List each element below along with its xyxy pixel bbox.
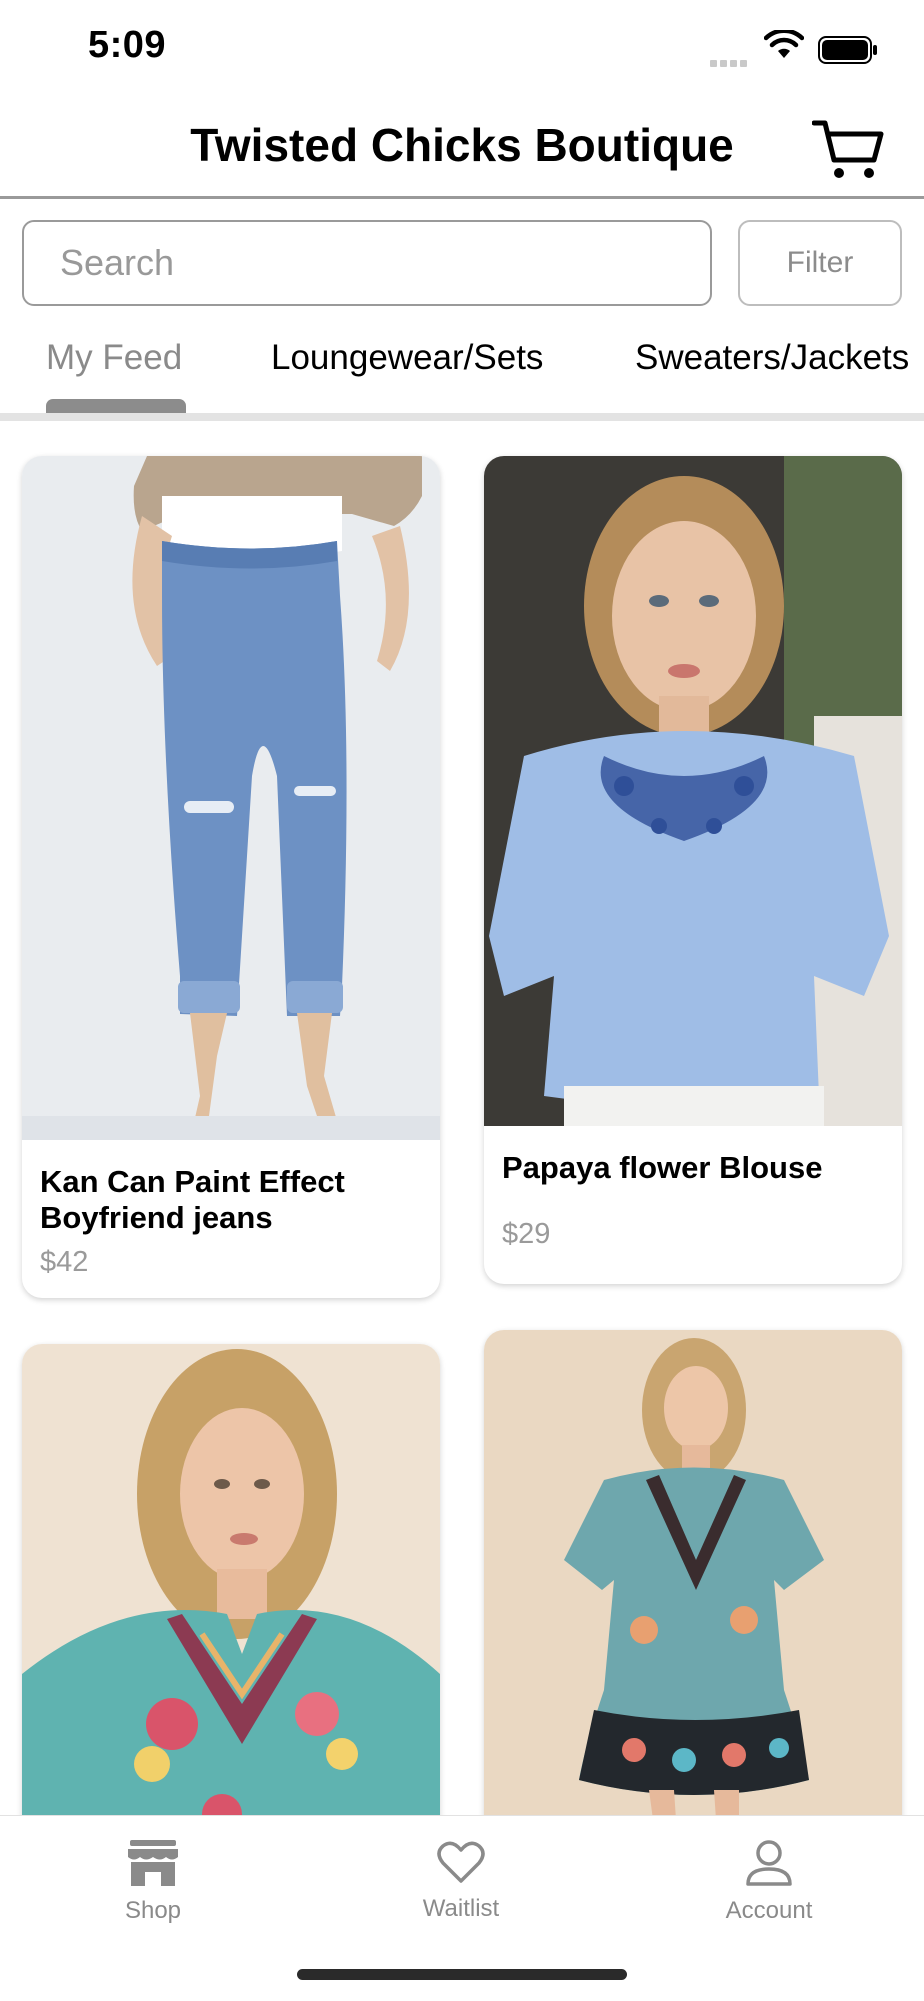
header: Twisted Chicks Boutique (0, 100, 924, 199)
tab-shop[interactable]: Shop (53, 1840, 253, 1925)
product-card[interactable] (484, 1330, 902, 1815)
product-card[interactable]: Kan Can Paint Effect Boyfriend jeans $42 (22, 456, 440, 1298)
battery-icon (818, 36, 877, 64)
product-image (22, 1344, 440, 1815)
product-image (22, 456, 440, 1140)
tab-label: Waitlist (422, 1895, 500, 1922)
cellular-signal-icon (710, 54, 750, 72)
filter-button[interactable]: Filter (738, 220, 902, 306)
tab-label: Account (725, 1897, 813, 1924)
product-price: $42 (40, 1246, 89, 1278)
product-image (484, 1330, 902, 1815)
product-card[interactable]: Papaya flower Blouse $29 (484, 456, 902, 1284)
product-card[interactable] (22, 1344, 440, 1815)
search-input[interactable]: Search (22, 220, 712, 306)
cart-icon[interactable] (812, 118, 884, 180)
category-tabs: My Feed Loungewear/Sets Sweaters/Jackets (0, 326, 924, 421)
page-title: Twisted Chicks Boutique (190, 119, 734, 171)
person-icon (746, 1840, 792, 1886)
product-grid: Kan Can Paint Effect Boyfriend jeans $42 (0, 420, 924, 1815)
heart-icon (437, 1841, 485, 1883)
tab-account[interactable]: Account (669, 1840, 869, 1925)
home-indicator (297, 1969, 627, 1980)
tab-sweaters-jackets[interactable]: Sweaters/Jackets (635, 338, 909, 378)
tab-waitlist[interactable]: Waitlist (361, 1840, 561, 1923)
product-name: Kan Can Paint Effect Boyfriend jeans (40, 1164, 345, 1235)
status-bar: 5:09 (0, 0, 924, 100)
product-name: Papaya flower Blouse (502, 1150, 823, 1185)
tab-my-feed[interactable]: My Feed (46, 338, 182, 378)
store-icon (128, 1840, 178, 1886)
status-time: 5:09 (88, 24, 167, 66)
active-tab-indicator (46, 399, 186, 413)
wifi-icon (764, 30, 804, 58)
tab-loungewear-sets[interactable]: Loungewear/Sets (271, 338, 543, 378)
product-image (484, 456, 902, 1126)
product-price: $29 (502, 1218, 551, 1250)
tab-label: Shop (124, 1897, 182, 1924)
